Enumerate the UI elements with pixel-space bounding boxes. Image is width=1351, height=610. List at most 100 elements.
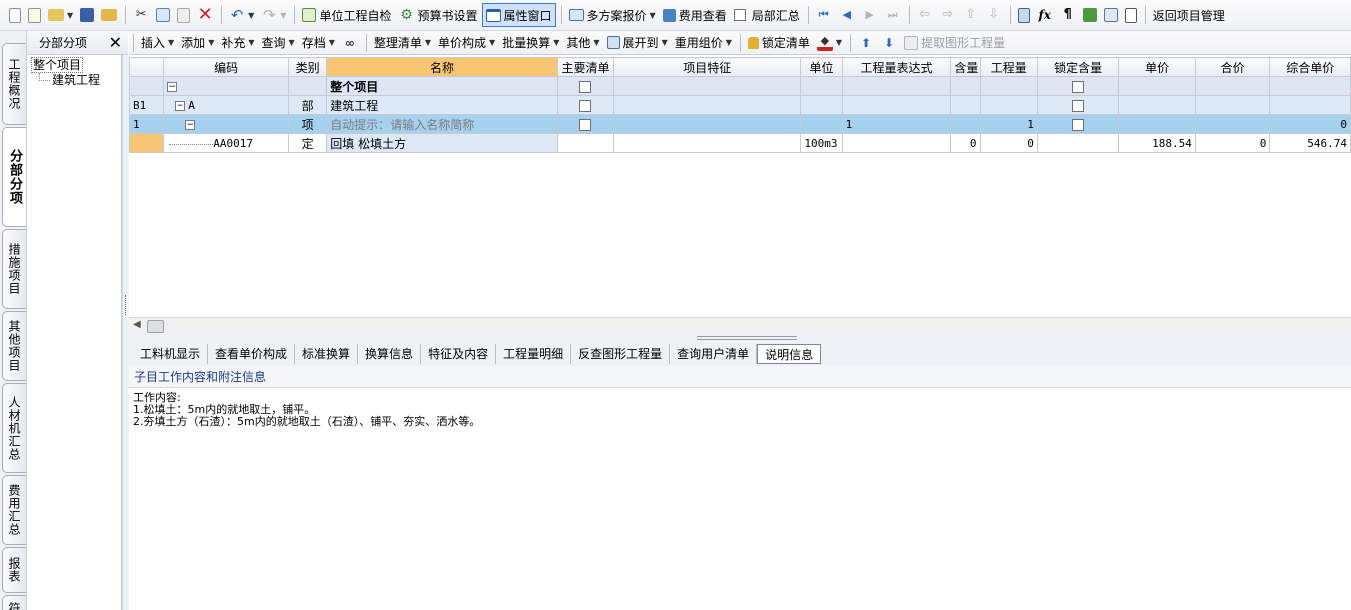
undo-button[interactable]: ↶ ▼ — [226, 3, 257, 27]
tab-features-content[interactable]: 特征及内容 — [421, 344, 497, 364]
main-list-checkbox[interactable] — [579, 118, 592, 131]
col-header-unit-price[interactable]: 单价 — [1118, 57, 1196, 77]
tab-query-user-list[interactable]: 查询用户清单 — [670, 344, 758, 364]
last-record-button[interactable]: ⏭ — [882, 3, 904, 27]
name-cell[interactable]: 建筑工程 — [326, 95, 558, 115]
tab-reverse-graphic-qty[interactable]: 反查图形工程量 — [571, 344, 671, 364]
find-button[interactable]: ∞ — [339, 31, 361, 55]
col-header-expression[interactable]: 工程量表达式 — [841, 57, 952, 77]
comp-price-cell[interactable] — [1269, 95, 1351, 115]
cut-button[interactable]: ✂ — [130, 3, 152, 27]
tab-quantity-detail[interactable]: 工程量明细 — [496, 344, 572, 364]
scroll-left-icon[interactable]: ◀ — [133, 319, 141, 330]
self-check-button[interactable]: 单位工程自检 — [299, 3, 394, 27]
report-button[interactable] — [1101, 3, 1121, 27]
type-cell[interactable] — [288, 76, 328, 96]
code-cell[interactable]: − — [163, 114, 290, 134]
vtab-project-overview[interactable]: 工程概况 — [2, 43, 26, 125]
partial-summary-toggle[interactable]: 局部汇总 — [731, 3, 803, 27]
organize-list-button[interactable]: 整理清单 ▼ — [371, 31, 434, 55]
features-cell[interactable] — [613, 133, 802, 153]
vtab-conform[interactable]: 符合 — [2, 595, 26, 610]
lock-content-cell[interactable] — [1036, 114, 1120, 134]
content-cell[interactable]: 0 — [950, 133, 981, 153]
lock-content-cell[interactable] — [1036, 95, 1120, 115]
unit-price-cell[interactable] — [1118, 95, 1196, 115]
total-cell[interactable] — [1194, 76, 1271, 96]
expand-to-button[interactable]: 展开到 ▼ — [604, 31, 671, 55]
move-row-down-button[interactable]: ⬇ — [878, 31, 900, 55]
content-cell[interactable] — [950, 76, 981, 96]
quantity-cell[interactable]: 1 — [979, 114, 1038, 134]
paragraph-button[interactable]: ¶ — [1057, 3, 1079, 27]
table-row[interactable]: − 整个项目 — [129, 76, 1351, 96]
type-cell[interactable]: 部 — [288, 95, 328, 115]
vtab-other-items[interactable]: 其他项目 — [2, 311, 26, 381]
total-cell[interactable] — [1194, 114, 1271, 134]
tab-view-unit-composition[interactable]: 查看单价构成 — [208, 344, 296, 364]
name-cell[interactable]: 自动提示：请输入名称简称 — [326, 114, 558, 134]
unit-price-cell[interactable] — [1118, 114, 1196, 134]
open-folder-button[interactable] — [98, 3, 120, 27]
type-cell[interactable]: 项 — [288, 114, 328, 134]
extract-graphic-qty-button[interactable]: 提取图形工程量 — [901, 31, 1008, 55]
col-header-content[interactable]: 含量 — [950, 57, 981, 77]
lock-content-checkbox[interactable] — [1072, 80, 1085, 93]
unit-cell[interactable]: 100m3 — [800, 133, 843, 153]
scrollbar-thumb[interactable] — [147, 320, 164, 333]
table-row[interactable]: AA0017 定 回填 松填土方 100m3 0 0 188.54 0 546.… — [129, 133, 1351, 153]
quantity-cell[interactable]: 0 — [979, 133, 1038, 153]
vtab-labor-material-summary[interactable]: 人材机汇总 — [2, 383, 26, 473]
archive-button[interactable]: 存档 ▼ — [299, 31, 338, 55]
move-right-button[interactable]: ⇨ — [937, 3, 959, 27]
calculator-button[interactable] — [1015, 3, 1033, 27]
main-list-cell[interactable] — [556, 76, 615, 96]
copy-button[interactable] — [153, 3, 173, 27]
table-row-selected[interactable]: 1 − 项 自动提示：请输入名称简称 1 1 0 — [129, 114, 1351, 134]
comp-price-cell[interactable]: 0 — [1269, 114, 1351, 134]
collapse-icon[interactable]: − — [167, 81, 178, 92]
lock-content-cell[interactable] — [1036, 76, 1120, 96]
features-cell[interactable] — [613, 76, 802, 96]
collapse-icon[interactable]: − — [185, 119, 196, 130]
next-record-button[interactable]: ▶ — [859, 3, 881, 27]
other-button[interactable]: 其他 ▼ — [563, 31, 602, 55]
quantity-cell[interactable] — [979, 95, 1038, 115]
unit-price-cell[interactable] — [1118, 76, 1196, 96]
row-header[interactable]: 1 — [129, 114, 165, 134]
name-cell[interactable]: 整个项目 — [326, 76, 558, 96]
code-cell[interactable]: − — [163, 76, 290, 96]
paste-button[interactable] — [174, 3, 193, 27]
col-header-code[interactable]: 编码 — [163, 57, 290, 77]
move-down-button[interactable]: ⇩ — [983, 3, 1005, 27]
new-file-button[interactable] — [6, 3, 24, 27]
tree-node-building[interactable]: 建筑工程 — [31, 73, 117, 88]
features-cell[interactable] — [613, 114, 802, 134]
row-header[interactable] — [129, 133, 165, 153]
main-list-checkbox[interactable] — [579, 99, 592, 112]
vtab-sub-items[interactable]: 分部分项 — [2, 127, 26, 227]
col-header-unit[interactable]: 单位 — [800, 57, 843, 77]
col-header-lock-content[interactable]: 锁定含量 — [1036, 57, 1120, 77]
partial-summary-checkbox[interactable] — [733, 9, 746, 21]
lock-content-cell[interactable] — [1036, 133, 1120, 153]
delete-button[interactable]: ✕ — [194, 3, 216, 27]
reuse-group-button[interactable]: 重用组价 ▼ — [672, 31, 735, 55]
total-cell[interactable]: 0 — [1194, 133, 1271, 153]
document-button[interactable] — [1122, 3, 1140, 27]
unit-composition-button[interactable]: 单价构成 ▼ — [435, 31, 498, 55]
comp-price-cell[interactable]: 546.74 — [1269, 133, 1351, 153]
name-cell[interactable]: 回填 松填土方 — [326, 133, 558, 153]
col-header-comp-price[interactable]: 综合单价 — [1269, 57, 1351, 77]
first-record-button[interactable]: ⏮ — [813, 3, 835, 27]
redo-button[interactable]: ↷ ▼ — [258, 3, 289, 27]
content-cell[interactable] — [950, 114, 981, 134]
property-window-button[interactable]: 属性窗口 — [481, 3, 556, 27]
vtab-measures[interactable]: 措施项目 — [2, 229, 26, 309]
tab-description-info[interactable]: 说明信息 — [757, 344, 822, 364]
table-row[interactable]: B1 − A 部 建筑工程 — [129, 95, 1351, 115]
col-header-name[interactable]: 名称 — [326, 57, 558, 77]
row-header[interactable] — [129, 76, 165, 96]
expression-cell[interactable] — [841, 76, 952, 96]
col-header-type[interactable]: 类别 — [288, 57, 328, 77]
